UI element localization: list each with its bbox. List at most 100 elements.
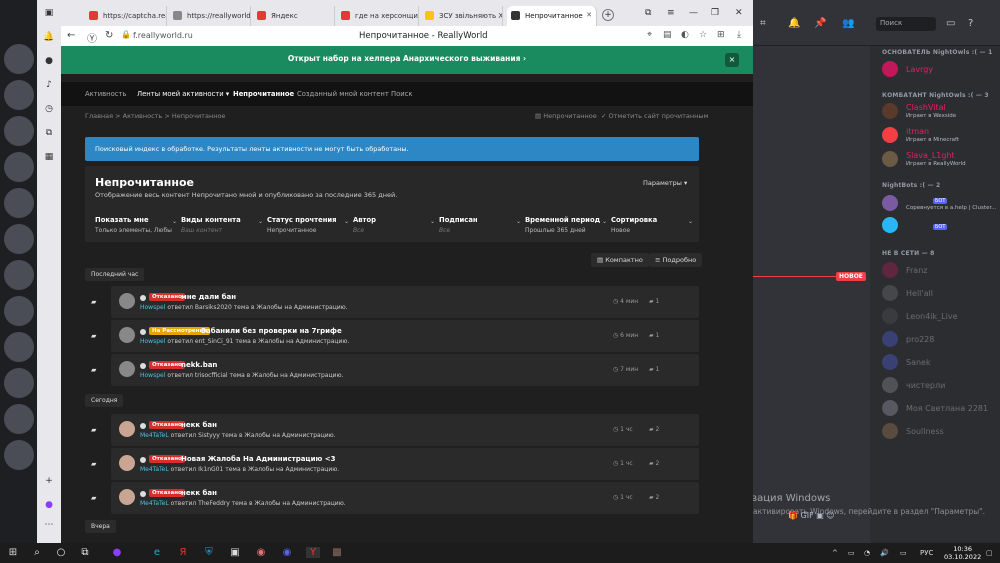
nav-my-feeds[interactable]: Ленты моей активности ▾ <box>137 90 229 98</box>
tray-arrow-icon[interactable]: ^ <box>832 549 838 557</box>
search-icon[interactable]: ⌕ <box>30 547 44 558</box>
member-item[interactable]: Моя Светлана 2281 <box>882 399 997 419</box>
members-icon[interactable]: 👥 <box>842 18 854 29</box>
minecraft-icon[interactable]: ▩ <box>330 547 344 558</box>
discord-search-input[interactable]: Поиск <box>876 17 936 31</box>
notification-icon[interactable]: ▢ <box>986 549 993 557</box>
inbox-icon[interactable]: ▭ <box>946 18 955 29</box>
alice-icon[interactable]: ● <box>110 547 124 558</box>
activity-row[interactable]: Отказано nekk.ban Howspel ответил trisoc… <box>111 354 699 386</box>
params-button[interactable]: Параметры ▾ <box>643 179 687 187</box>
language-indicator[interactable]: РУС <box>920 549 933 557</box>
breadcrumb[interactable]: Главная > Активность > Непрочитанное <box>85 112 225 120</box>
topic-title[interactable]: nekk.ban <box>181 361 217 369</box>
volume-icon[interactable]: 🔊 <box>880 549 889 557</box>
browser-tab[interactable]: ЗСУ звільняють Хер <box>421 6 503 26</box>
filter-period[interactable]: Временной период Прошлые 365 дней ⌄ <box>525 216 609 234</box>
filter-read-status[interactable]: Статус прочтения Непрочитанное ⌄ <box>267 216 351 234</box>
yandex-icon[interactable]: Ⓨ <box>87 30 97 45</box>
clock[interactable]: 10:36 03.10.2022 <box>944 545 981 561</box>
banner-text[interactable]: Открыт набор на хелпера Анархического вы… <box>61 54 753 63</box>
pin-icon[interactable]: 📌 <box>814 18 826 29</box>
mark-read-link[interactable]: ✓ Отметить сайт прочитанным <box>601 112 708 120</box>
discord-icon[interactable]: ◉ <box>280 547 294 558</box>
compact-view-button[interactable]: ▤ Компактно <box>591 253 649 267</box>
help-icon[interactable]: ? <box>968 18 973 29</box>
member-item[interactable]: Franz <box>882 261 997 281</box>
nav-activity[interactable]: Активность <box>85 90 126 98</box>
start-icon[interactable]: ⊞ <box>6 547 20 558</box>
server-icon[interactable] <box>4 404 34 434</box>
threads-icon[interactable]: ⌗ <box>760 18 766 29</box>
server-icon[interactable] <box>4 224 34 254</box>
reader-icon[interactable]: ▤ <box>663 30 672 40</box>
member-item[interactable]: itman Играет в Minecraft <box>882 126 997 146</box>
cortana-icon[interactable]: ○ <box>54 547 68 558</box>
download-icon[interactable]: ⤓ <box>737 30 741 40</box>
more-icon[interactable]: ⋯ <box>43 520 55 532</box>
member-item[interactable]: ClashVital Играет в Wexside <box>882 102 997 122</box>
defender-icon[interactable]: ⛨ <box>202 547 216 558</box>
browser-tab[interactable]: Яндекс <box>253 6 335 26</box>
member-item[interactable]: БОТ Соревнуется в a.help | Cluster... <box>882 194 997 214</box>
filter-author[interactable]: Автор Все ⌄ <box>353 216 437 234</box>
bookmarks-icon[interactable]: ⧉ <box>645 8 651 18</box>
member-item[interactable]: БОТ <box>882 216 997 236</box>
new-tab-icon[interactable]: + <box>602 9 614 21</box>
alice-icon[interactable]: ● <box>43 500 55 512</box>
battery-icon[interactable]: ▭ <box>900 549 907 557</box>
activity-row[interactable]: Отказано мне дали бан Howspel ответил Ba… <box>111 286 699 318</box>
browser-tab[interactable]: https://captcha.realli <box>85 6 167 26</box>
recruit-banner[interactable]: Открыт набор на хелпера Анархического вы… <box>61 46 753 74</box>
edge-icon[interactable]: e <box>150 547 164 558</box>
browser-tab[interactable]: https://reallyworld.r <box>169 6 251 26</box>
network-icon[interactable]: ▭ <box>848 549 855 557</box>
member-item[interactable]: Sanek <box>882 353 997 373</box>
server-icon[interactable] <box>4 296 34 326</box>
server-icon[interactable] <box>4 260 34 290</box>
filter-sort[interactable]: Сортировка Новое ⌄ <box>611 216 695 234</box>
member-item[interactable]: чистерли <box>882 376 997 396</box>
nav-search[interactable]: Поиск <box>391 90 413 98</box>
topic-title[interactable]: Новая Жалоба На Администрацию <3 <box>181 455 336 463</box>
server-icon[interactable] <box>4 44 34 74</box>
chat-input-icons[interactable]: 🎁 GIF ▣ ☺ <box>788 511 835 520</box>
activity-row[interactable]: Отказано Новая Жалоба На Администрацию <… <box>111 448 699 480</box>
filter-subscribed[interactable]: Подписан Все ⌄ <box>439 216 523 234</box>
server-icon[interactable] <box>4 368 34 398</box>
activity-row[interactable]: На Рассмотрении Забанили без проверки на… <box>111 320 699 352</box>
menu-icon[interactable]: ≡ <box>667 8 675 18</box>
wifi-icon[interactable]: ◔ <box>864 549 870 557</box>
topic-title[interactable]: Забанили без проверки на 7грифе <box>201 327 342 335</box>
profile-icon[interactable]: ▣ <box>43 8 55 20</box>
member-item[interactable]: Soullness <box>882 422 997 442</box>
bell-icon[interactable]: 🔔 <box>788 18 800 29</box>
bell-icon[interactable]: 🔔 <box>43 32 55 44</box>
yandex-app-icon[interactable]: ◉ <box>254 547 268 558</box>
member-item[interactable]: Hell'all <box>882 284 997 304</box>
member-item[interactable]: Leon4ik_Live <box>882 307 997 327</box>
maximize-icon[interactable]: ❐ <box>711 8 719 18</box>
server-icon[interactable] <box>4 116 34 146</box>
url-field[interactable]: f.reallyworld.ru <box>133 31 193 40</box>
reload-icon[interactable]: ↻ <box>105 30 113 41</box>
close-window-icon[interactable]: ✕ <box>735 8 743 18</box>
tabs-icon[interactable]: ⧉ <box>43 128 55 140</box>
yandex-icon[interactable]: Я <box>176 547 190 558</box>
music-icon[interactable]: ♪ <box>43 80 55 92</box>
add-panel-icon[interactable]: + <box>43 476 55 488</box>
member-item[interactable]: Slava_L1ght Играет в ReallyWorld <box>882 150 997 170</box>
close-tab-icon[interactable]: ✕ <box>586 11 592 19</box>
filter-content-type[interactable]: Виды контента Ваш контент ⌄ <box>181 216 265 234</box>
nav-my-content[interactable]: Созданный мной контент <box>297 90 389 98</box>
bookmark-icon[interactable]: ☆ <box>699 30 707 40</box>
protect-icon[interactable]: ◐ <box>681 30 689 40</box>
browser-icon[interactable]: Y <box>306 547 320 558</box>
member-item[interactable]: pro228 <box>882 330 997 350</box>
activity-row[interactable]: Отказано некк бан Me4TaTeL ответил Sisty… <box>111 414 699 446</box>
nav-unread[interactable]: Непрочитанное <box>233 90 294 98</box>
server-icon[interactable] <box>4 440 34 470</box>
browser-tab[interactable]: где на херсонщине <box>337 6 419 26</box>
filter-show[interactable]: Показать мне Только элементы, Любы ⌄ <box>95 216 179 234</box>
topic-title[interactable]: некк бан <box>181 421 217 429</box>
